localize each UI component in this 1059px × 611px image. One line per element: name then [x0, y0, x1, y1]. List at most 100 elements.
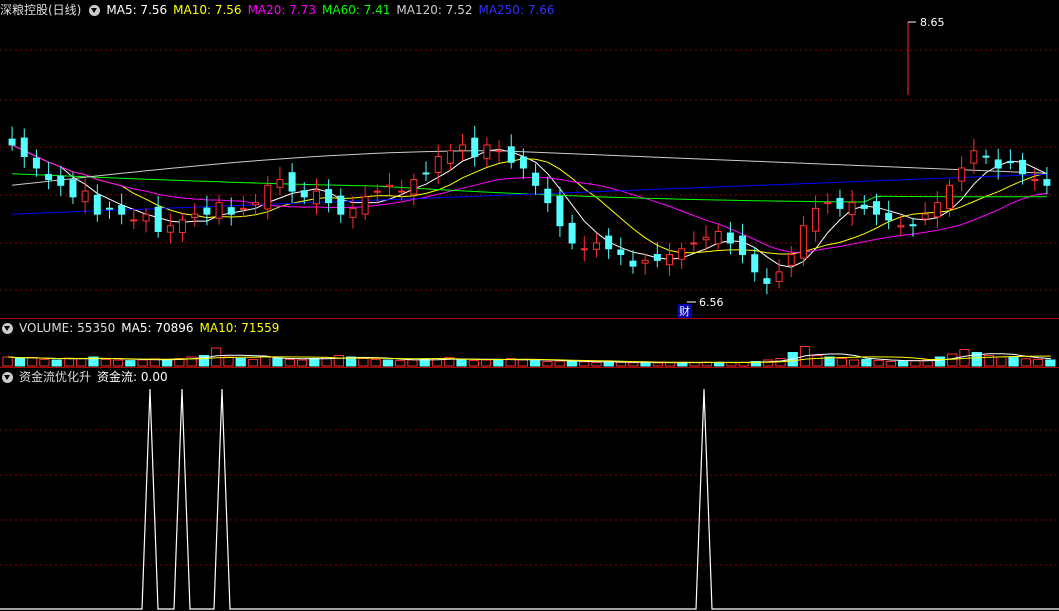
- volume-bar: [284, 358, 295, 367]
- candle-body: [739, 235, 747, 256]
- volume-bar: [898, 360, 909, 367]
- candle-body: [142, 213, 150, 222]
- candle-body: [446, 150, 454, 164]
- candle-body: [617, 249, 625, 256]
- volume-bar: [579, 361, 590, 367]
- volume-ma10-label: MA10: 71559: [199, 321, 280, 335]
- candle-body: [166, 225, 174, 233]
- volume-bar: [223, 356, 234, 367]
- volume-bar: [848, 359, 860, 367]
- volume-bar: [615, 361, 627, 367]
- candle-body: [921, 213, 929, 220]
- indicator-title: 资金流优化升: [19, 370, 92, 384]
- volume-bar: [493, 358, 504, 367]
- candle-body: [812, 207, 820, 232]
- candle-body: [763, 278, 771, 284]
- candle-body: [556, 195, 564, 227]
- volume-bar: [51, 359, 62, 367]
- candle-body: [361, 196, 369, 215]
- candle-body: [69, 179, 77, 198]
- candle-body: [946, 184, 954, 210]
- volume-bar: [260, 356, 271, 367]
- candle-body: [824, 202, 832, 205]
- ma20-label: MA20: 7.73: [247, 3, 316, 17]
- candle-body: [93, 194, 101, 215]
- candle-body: [398, 190, 406, 193]
- dropdown-icon[interactable]: [2, 371, 13, 383]
- candle-body: [970, 150, 978, 164]
- volume-ma5-label: MA5: 70896: [121, 321, 194, 335]
- ma-line-ma20: [11, 144, 1047, 253]
- candle-body: [666, 254, 674, 266]
- candle-body: [933, 202, 941, 218]
- candle-body: [373, 190, 381, 193]
- candle-body: [459, 144, 467, 151]
- candle-body: [118, 205, 126, 215]
- volume-bar: [836, 358, 847, 367]
- volume-bar: [456, 358, 467, 367]
- volume-label: VOLUME: 55350: [19, 321, 116, 335]
- volume-bar: [873, 360, 884, 367]
- candle-body: [860, 204, 868, 209]
- volume-bar: [468, 360, 479, 367]
- volume-bar: [542, 361, 553, 367]
- volume-bar: [480, 359, 492, 367]
- low-price-label: 6.56: [699, 296, 724, 309]
- candle-body: [568, 222, 576, 244]
- ma-line-ma10: [11, 144, 1048, 255]
- candle-body: [264, 184, 272, 210]
- ma120-label: MA120: 7.52: [396, 3, 473, 17]
- volume-bar: [125, 360, 136, 367]
- main-header: 深粮控股(日线) MA5: 7.56 MA10: 7.56 MA20: 7.73…: [0, 1, 561, 19]
- candle-body: [434, 155, 442, 173]
- volume-bar: [309, 358, 320, 367]
- candle-body: [349, 207, 357, 218]
- candle-body: [641, 259, 649, 264]
- volume-bar: [934, 356, 946, 367]
- volume-bar: [39, 358, 50, 367]
- candle-body: [994, 159, 1002, 169]
- candle-body: [848, 202, 856, 215]
- candle-body: [288, 172, 296, 192]
- dropdown-icon[interactable]: [89, 4, 101, 16]
- ma-line-ma5: [11, 144, 1048, 268]
- candle-body: [580, 248, 588, 251]
- candle-body: [191, 213, 199, 218]
- volume-bar: [235, 358, 246, 367]
- ma5-label: MA5: 7.56: [106, 3, 168, 17]
- volume-bar: [1045, 359, 1056, 367]
- candle-body: [8, 138, 16, 146]
- indicator-header: 资金流优化升 资金流: 0.00: [0, 368, 174, 386]
- candle-body: [1043, 179, 1051, 186]
- candle-body: [495, 150, 503, 153]
- chart-svg: 8.65 6.56 财: [0, 16, 1059, 610]
- candle-body: [227, 207, 235, 215]
- candle-body: [690, 242, 698, 245]
- candle-body: [422, 172, 430, 175]
- volume-bar: [652, 362, 663, 367]
- dropdown-icon[interactable]: [2, 322, 13, 334]
- volume-bar: [640, 361, 651, 367]
- candle-body: [726, 232, 734, 244]
- volume-bar: [27, 357, 38, 367]
- candle-body: [532, 172, 540, 186]
- volume-bar: [296, 359, 308, 367]
- candle-body: [179, 219, 187, 233]
- candle-body: [20, 137, 28, 157]
- volume-bar: [910, 360, 921, 367]
- volume-bar: [996, 356, 1007, 367]
- volume-bar: [395, 360, 406, 367]
- volume-bar: [714, 361, 725, 367]
- event-label: 财: [679, 304, 690, 318]
- candle-body: [958, 167, 966, 182]
- volume-bar: [885, 361, 897, 367]
- ma250-label: MA250: 7.66: [478, 3, 555, 17]
- candle-body: [45, 173, 53, 181]
- ma60-label: MA60: 7.41: [322, 3, 391, 17]
- volume-bar: [861, 358, 872, 367]
- candle-body: [154, 206, 162, 232]
- candle-body: [1019, 159, 1027, 175]
- volume-bar: [1032, 358, 1044, 367]
- volume-bar: [1020, 358, 1031, 367]
- candle-body: [885, 212, 893, 221]
